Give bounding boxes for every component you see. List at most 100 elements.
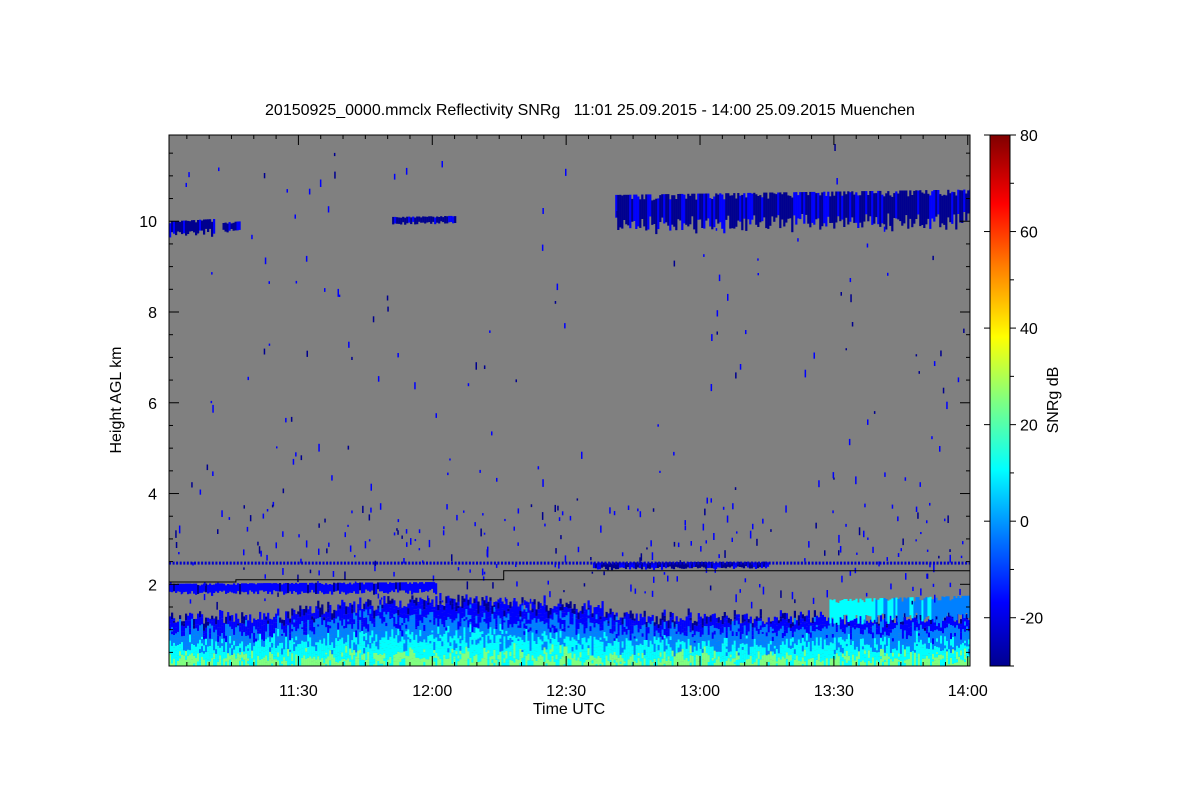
echo-cell <box>845 643 848 647</box>
echo-cell <box>709 646 712 653</box>
echo-cell <box>875 193 878 218</box>
echo-cell <box>391 636 394 639</box>
echo-cell <box>499 659 502 666</box>
echo-cell <box>383 661 386 666</box>
echo-cell <box>901 638 905 645</box>
echo-cell <box>735 637 738 644</box>
echo-cell <box>251 642 254 651</box>
echo-cell <box>407 639 410 645</box>
echo-cell <box>339 613 342 621</box>
echo-cell <box>457 661 460 666</box>
echo-cell <box>875 650 879 653</box>
echo-cell <box>201 643 204 647</box>
echo-cell <box>219 636 222 642</box>
echo-cell <box>241 657 244 661</box>
echo-cell <box>415 609 418 612</box>
echo-cell <box>964 631 967 637</box>
echo-cell <box>579 632 582 640</box>
echo-cell <box>529 638 532 645</box>
echo-cell <box>201 614 204 618</box>
echo-cell <box>551 631 554 636</box>
echo-cell <box>535 633 538 642</box>
echo-cell <box>601 630 604 638</box>
echo-cell <box>285 611 288 618</box>
echo-cell <box>501 601 504 609</box>
echo-cell <box>439 648 442 656</box>
echo-cell <box>297 583 300 595</box>
echo-cell <box>631 638 634 646</box>
echo-cell <box>591 637 594 641</box>
echo-cell <box>942 629 945 634</box>
echo-cell <box>881 598 884 614</box>
speckle <box>197 226 199 234</box>
echo-cell <box>719 627 722 633</box>
echo-cell <box>731 636 734 642</box>
echo-cell <box>959 598 962 615</box>
echo-cell <box>441 624 444 630</box>
echo-cell <box>952 636 955 644</box>
echo-cell <box>917 642 921 650</box>
echo-cell <box>946 640 949 647</box>
echo-cell <box>341 606 344 612</box>
echo-cell <box>371 645 374 651</box>
echo-cell <box>197 624 200 631</box>
echo-cell <box>936 641 939 647</box>
echo-cell <box>429 648 432 657</box>
echo-cell <box>785 192 788 223</box>
echo-cell <box>909 632 913 637</box>
echo-cell <box>783 612 786 620</box>
echo-cell <box>379 646 382 654</box>
echo-cell <box>531 660 534 666</box>
echo-cell <box>549 638 552 644</box>
echo-cell <box>325 618 328 624</box>
echo-cell <box>431 630 434 633</box>
echo-cell <box>873 656 877 659</box>
echo-cell <box>495 655 498 660</box>
echo-cell <box>749 632 752 640</box>
echo-cell <box>203 219 206 235</box>
echo-cell <box>861 655 865 661</box>
speckle <box>609 507 611 514</box>
echo-cell <box>615 638 618 641</box>
echo-cell <box>657 628 660 633</box>
echo-cell <box>491 653 494 656</box>
echo-cell <box>323 642 326 651</box>
echo-cell <box>437 648 440 657</box>
speckle <box>709 585 712 591</box>
echo-cell <box>435 583 438 595</box>
echo-cell <box>333 650 336 655</box>
echo-cell <box>921 655 925 659</box>
echo-cell <box>521 605 524 612</box>
echo-cell <box>407 619 410 622</box>
echo-cell <box>539 654 542 660</box>
echo-cell <box>273 633 276 641</box>
echo-cell <box>367 659 370 663</box>
echo-cell <box>211 658 214 666</box>
echo-cell <box>435 596 438 604</box>
echo-cell <box>709 615 712 622</box>
echo-cell <box>351 659 354 666</box>
echo-cell <box>393 608 396 615</box>
echo-cell <box>921 600 924 622</box>
echo-cell <box>529 660 532 666</box>
echo-cell <box>443 609 446 612</box>
echo-cell <box>555 659 558 666</box>
echo-cell <box>601 644 604 648</box>
echo-cell <box>687 638 690 647</box>
echo-cell <box>911 597 914 619</box>
echo-cell <box>737 636 740 642</box>
echo-cell <box>379 639 382 644</box>
echo-cell <box>593 627 596 631</box>
echo-cell <box>339 661 342 666</box>
echo-cell <box>435 603 438 611</box>
echo-cell <box>851 645 855 653</box>
echo-cell <box>501 656 504 663</box>
echo-cell <box>385 582 388 593</box>
echo-cell <box>953 596 956 621</box>
echo-cell <box>183 650 186 656</box>
echo-cell <box>965 193 968 221</box>
echo-cell <box>733 616 736 620</box>
echo-cell <box>389 613 392 617</box>
echo-cell <box>355 612 358 616</box>
echo-cell <box>443 627 446 634</box>
